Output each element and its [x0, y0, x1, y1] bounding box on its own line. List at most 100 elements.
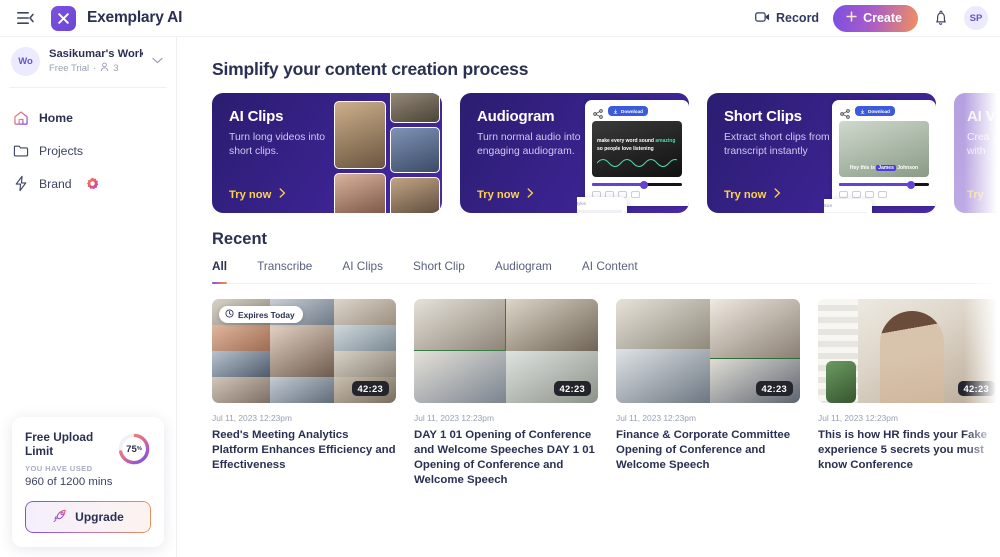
duration-badge: 42:23 — [755, 381, 793, 396]
free-upload-limit-card: Free Upload Limit YOU HAVE USED 960 of 1… — [12, 417, 164, 547]
workspace-switcher[interactable]: Wo Sasikumar's Workspace Free Trial · 3 — [0, 37, 176, 86]
sidebar-item-label: Home — [39, 110, 73, 125]
feature-card-art: Download Hey this is James Johnson Size — [824, 93, 936, 213]
playback-slider[interactable] — [839, 180, 929, 189]
video-thumbnail[interactable]: 42:23 — [414, 299, 598, 403]
duration-badge: 42:23 — [351, 381, 389, 396]
limit-usage-text: 960 of 1200 mins — [25, 476, 113, 488]
feature-card-cta[interactable]: Try now — [477, 188, 534, 201]
usage-percent-label: 75% — [117, 432, 151, 466]
bell-icon[interactable] — [930, 7, 952, 29]
download-label: Download — [868, 108, 890, 114]
list-item[interactable]: 42:23 Jul 11, 2023 12:23pm DAY 1 01 Open… — [414, 299, 598, 488]
status-badge: Expires Today — [219, 306, 303, 323]
recent-tabs: All Transcribe AI Clips Short Clip Audio… — [212, 259, 1000, 284]
chevron-down-icon[interactable] — [152, 56, 166, 67]
participant-tile — [334, 325, 396, 351]
feature-card-desc: Turn long videos into short clips. — [229, 132, 326, 158]
avatar[interactable]: SP — [964, 6, 988, 30]
rocket-icon — [52, 508, 68, 527]
workspace-name: Sasikumar's Workspace — [49, 48, 143, 60]
item-title: DAY 1 01 Opening of Conference and Welco… — [414, 429, 595, 487]
item-date: Jul 11, 2023 12:23pm — [212, 413, 292, 423]
feature-card-ai-clips[interactable]: AI Clips Turn long videos into short cli… — [212, 93, 442, 213]
share-icon — [593, 106, 603, 119]
presenter-figure — [880, 311, 944, 403]
audiogram-caption: make every word sound amazing so people … — [597, 138, 677, 153]
feature-card-cta[interactable]: Try now — [229, 188, 286, 201]
item-title: Reed's Meeting Analytics Platform Enhanc… — [212, 429, 396, 472]
styles-label: Styles — [577, 201, 586, 206]
list-item[interactable]: Expires Today 42:23 Jul 11, 2023 12:23pm… — [212, 299, 396, 488]
create-button[interactable]: Create — [833, 4, 918, 32]
caption-line-c: so people love listening — [597, 145, 654, 152]
limit-used-label: YOU HAVE USED — [25, 464, 93, 473]
sidebar-item-brand[interactable]: Brand — [0, 167, 176, 200]
caption-highlight: James — [876, 164, 896, 171]
usage-percent-value: 75 — [126, 443, 137, 455]
tab-all[interactable]: All — [212, 259, 228, 284]
create-label: Create — [863, 11, 902, 25]
x-logo-icon[interactable] — [51, 5, 76, 31]
recent-items-grid: Expires Today 42:23 Jul 11, 2023 12:23pm… — [212, 299, 1000, 488]
right-edge-fade — [964, 37, 1000, 557]
participant-tile — [270, 325, 334, 377]
playback-slider[interactable] — [592, 180, 682, 189]
participant-tile — [212, 325, 270, 351]
feature-card-art — [330, 93, 442, 213]
caption-line-b: sound — [638, 138, 654, 144]
chevron-right-icon — [774, 188, 781, 201]
feature-card-title: Audiogram — [477, 108, 555, 125]
clip-thumb — [390, 177, 440, 213]
feature-card-short-clips[interactable]: Short Clips Extract short clips from tra… — [707, 93, 936, 213]
video-thumbnail[interactable]: 42:23 — [616, 299, 800, 403]
audiogram-preview-window: Download make every word sound amazing s… — [585, 100, 689, 206]
video-camera-icon — [755, 11, 770, 26]
feature-card-desc: Extract short clips from transcript inst… — [724, 132, 830, 158]
sidebar-nav: Home Projects Brand — [0, 101, 176, 200]
feature-cta-label: Try now — [229, 188, 272, 201]
tab-audiogram[interactable]: Audiogram — [495, 259, 552, 283]
download-button[interactable]: Download — [608, 106, 648, 116]
tab-ai-clips[interactable]: AI Clips — [342, 259, 383, 283]
meta-separator: · — [93, 63, 97, 74]
workspace-members-count: 3 — [113, 63, 119, 74]
feature-card-cta[interactable]: Try now — [724, 188, 781, 201]
sidebar-item-projects[interactable]: Projects — [0, 134, 176, 167]
recent-heading: Recent — [212, 230, 268, 248]
video-thumbnail[interactable]: Expires Today 42:23 — [212, 299, 396, 403]
styles-popover: Clip Size — [824, 199, 872, 213]
participant-tile — [414, 299, 506, 351]
record-label: Record — [776, 11, 820, 25]
main-content: Simplify your content creation process A… — [177, 37, 1000, 557]
list-item[interactable]: 42:23 Jul 11, 2023 12:23pm Finance & Cor… — [616, 299, 800, 488]
feature-card-audiogram[interactable]: Audiogram Turn normal audio into engagin… — [460, 93, 689, 213]
expires-label: Expires Today — [238, 309, 295, 320]
caption-line-a: make every word — [597, 138, 638, 144]
sidebar-item-home[interactable]: Home — [0, 101, 176, 134]
download-label: Download — [621, 108, 643, 114]
tab-transcribe[interactable]: Transcribe — [257, 259, 312, 283]
clip-thumb — [390, 93, 440, 123]
clip-thumb — [390, 127, 440, 173]
upgrade-button[interactable]: Upgrade — [25, 501, 151, 533]
tab-ai-content[interactable]: AI Content — [582, 259, 638, 283]
shortclip-preview-window: Download Hey this is James Johnson — [832, 100, 936, 206]
editor-toolbar — [832, 186, 936, 198]
feature-card-row: AI Clips Turn long videos into short cli… — [212, 93, 1000, 213]
workspace-avatar: Wo — [11, 47, 40, 76]
tab-short-clip[interactable]: Short Clip — [413, 259, 465, 283]
plus-icon — [846, 11, 857, 25]
collapse-sidebar-icon[interactable] — [12, 5, 38, 31]
download-button[interactable]: Download — [855, 106, 895, 116]
styles-label: Clip Size — [824, 203, 833, 208]
caption-highlight: amazing — [655, 138, 676, 144]
limit-card-title: Free Upload Limit — [25, 430, 94, 458]
participant-tile — [334, 299, 396, 325]
record-button[interactable]: Record — [753, 7, 821, 30]
plant — [826, 361, 856, 403]
participant-tile — [212, 377, 270, 403]
person-icon — [100, 62, 109, 75]
feature-cta-label: Try now — [724, 188, 767, 201]
participant-tile — [212, 351, 270, 377]
